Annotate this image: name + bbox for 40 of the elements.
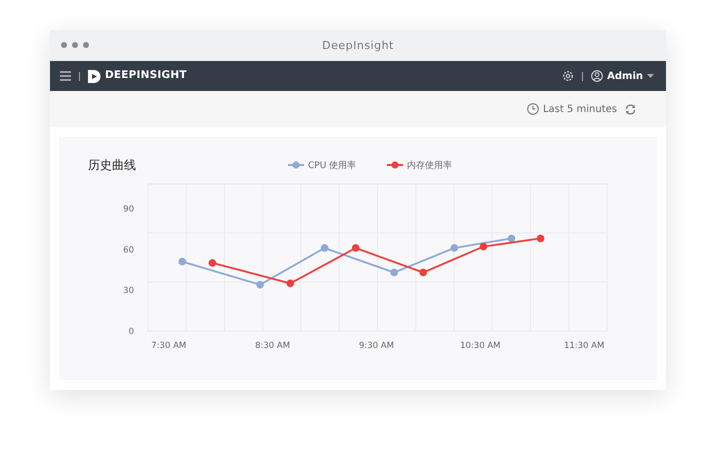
data-point	[256, 280, 264, 289]
data-point	[480, 242, 488, 250]
data-point	[352, 244, 360, 252]
data-point	[390, 268, 398, 276]
caret-icon[interactable]	[647, 74, 654, 78]
window-dot[interactable]	[61, 42, 67, 48]
data-point	[286, 280, 294, 288]
settings-icon[interactable]	[562, 70, 574, 82]
data-point	[320, 244, 328, 252]
brand-name[interactable]: DEEPINSIGHT	[105, 68, 187, 84]
legend-label[interactable]: CPU 使用率	[308, 161, 356, 171]
window-dot[interactable]	[83, 42, 89, 48]
y-tick-label: 30	[123, 286, 134, 296]
data-point	[208, 259, 216, 267]
x-tick-label: 11:30 AM	[564, 341, 604, 351]
x-tick-label: 7:30 AM	[151, 341, 186, 351]
menu-icon[interactable]	[60, 71, 71, 81]
x-tick-label: 8:30 AM	[255, 341, 290, 351]
data-point	[178, 258, 186, 266]
logo-icon	[88, 70, 101, 82]
clock-icon	[526, 103, 539, 115]
data-point	[419, 268, 427, 276]
x-tick-label: 10:30 AM	[460, 341, 500, 351]
y-tick-label: 60	[123, 245, 134, 256]
legend-marker[interactable]	[387, 162, 403, 168]
panel-title: 历史曲线	[88, 158, 136, 172]
legend-marker[interactable]	[288, 162, 304, 168]
user-icon	[591, 70, 604, 82]
x-tick-label: 9:30 AM	[358, 341, 394, 351]
y-tick-label: 0	[128, 327, 134, 337]
data-point	[536, 234, 544, 242]
data-point	[450, 244, 458, 252]
time-range[interactable]: Last 5 minutes	[542, 102, 617, 116]
user-name[interactable]: Admin	[607, 68, 643, 84]
window-dot[interactable]	[72, 42, 78, 48]
window-title: DeepInsight	[322, 39, 394, 52]
legend-label[interactable]: 内存使用率	[407, 161, 452, 171]
y-tick-label: 90	[123, 204, 134, 214]
data-point	[508, 234, 516, 242]
refresh-icon[interactable]	[625, 104, 636, 114]
